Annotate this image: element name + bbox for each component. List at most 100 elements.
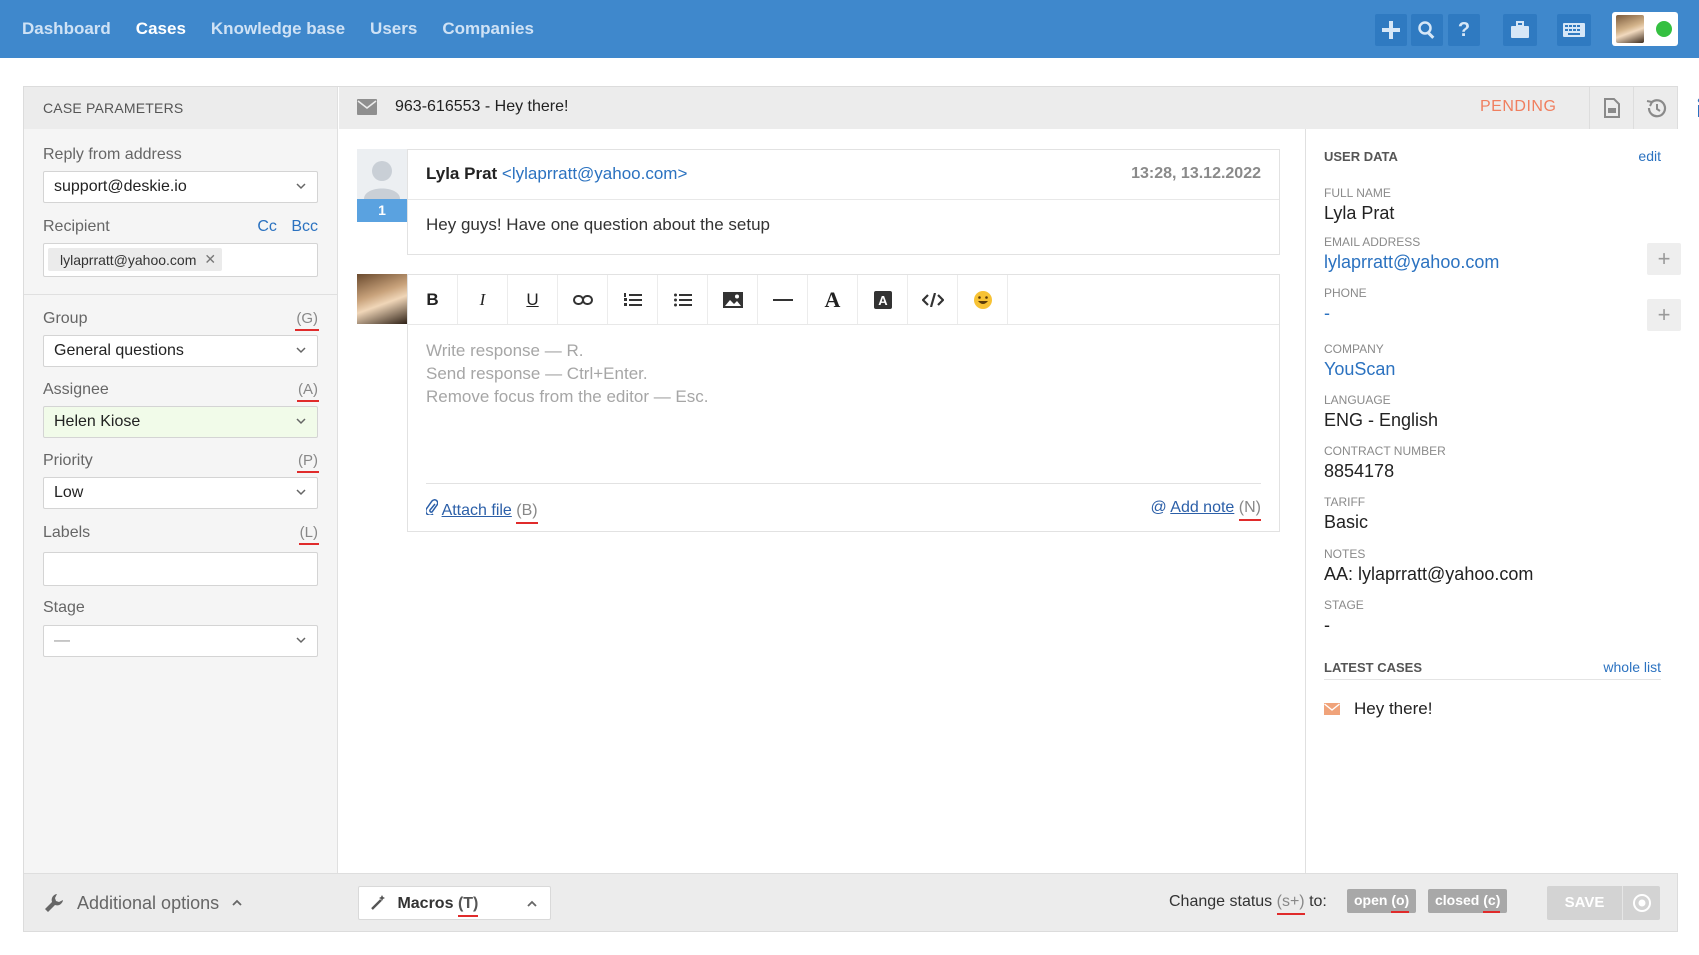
assignee-select[interactable]: Helen Kiose bbox=[43, 406, 318, 438]
stage-select[interactable]: — bbox=[43, 625, 318, 657]
cc-link[interactable]: Cc bbox=[257, 218, 277, 235]
attach-file-shortcut: (B) bbox=[516, 502, 538, 519]
case-footer: Additional options Macros (T) Change sta… bbox=[24, 873, 1677, 931]
language-label: LANGUAGE bbox=[1324, 393, 1391, 407]
nav-users[interactable]: Users bbox=[370, 19, 417, 39]
export-pdf-button[interactable] bbox=[1589, 87, 1633, 129]
case-header: 963-616553 - Hey there! PENDING bbox=[339, 87, 1699, 129]
contract-label: CONTRACT NUMBER bbox=[1324, 444, 1446, 458]
bullet-list-button[interactable] bbox=[658, 275, 708, 324]
latest-case-subject: Hey there! bbox=[1354, 699, 1433, 718]
email-value[interactable]: lylaprratt@yahoo.com bbox=[1324, 252, 1499, 273]
underline-button[interactable]: U bbox=[508, 275, 558, 324]
font-color-button[interactable]: A bbox=[808, 275, 858, 324]
bullet-list-icon bbox=[673, 293, 692, 306]
reply-from-value: support@deskie.io bbox=[54, 178, 187, 195]
bold-button[interactable]: B bbox=[408, 275, 458, 324]
nav-dashboard[interactable]: Dashboard bbox=[22, 19, 111, 39]
chevron-up-icon bbox=[232, 899, 242, 906]
background-color-icon: A bbox=[873, 290, 892, 309]
recipient-chip: lylaprratt@yahoo.com ✕ bbox=[48, 248, 223, 271]
nav-knowledge-base[interactable]: Knowledge base bbox=[211, 19, 345, 39]
underline-icon: U bbox=[526, 289, 539, 309]
chevron-down-icon bbox=[296, 183, 306, 190]
recipient-chip-label: lylaprratt@yahoo.com bbox=[60, 251, 197, 268]
message-author-email[interactable]: <lylaprratt@yahoo.com> bbox=[502, 164, 687, 183]
at-icon: @ bbox=[1150, 499, 1167, 516]
response-textarea[interactable]: Write response — R. Send response — Ctrl… bbox=[426, 339, 709, 408]
conversation-panel: 963-616553 - Hey there! PENDING 1 Lyla P… bbox=[339, 87, 1699, 873]
background-color-button[interactable]: A bbox=[858, 275, 908, 324]
code-button[interactable] bbox=[908, 275, 958, 324]
add-phone-button[interactable]: + bbox=[1647, 299, 1681, 331]
chevron-down-icon bbox=[296, 347, 306, 354]
assignee-value: Helen Kiose bbox=[54, 413, 141, 430]
labels-input[interactable] bbox=[43, 552, 318, 586]
user-avatar bbox=[1616, 15, 1644, 43]
italic-button[interactable]: I bbox=[458, 275, 508, 324]
tariff-label: TARIFF bbox=[1324, 495, 1366, 509]
add-note-link[interactable]: Add note bbox=[1170, 499, 1234, 516]
edit-user-link[interactable]: edit bbox=[1638, 148, 1661, 164]
info-button[interactable] bbox=[1677, 87, 1699, 129]
user-menu[interactable] bbox=[1612, 12, 1678, 46]
horizontal-rule-button[interactable] bbox=[758, 275, 808, 324]
add-email-button[interactable]: + bbox=[1647, 243, 1681, 275]
attach-file-link[interactable]: Attach file bbox=[442, 502, 512, 519]
attach-file: Attach file (B) bbox=[425, 499, 538, 520]
set-status-closed-button[interactable]: closed (c) bbox=[1428, 889, 1508, 913]
bcc-link[interactable]: Bcc bbox=[291, 218, 318, 235]
priority-label: Priority bbox=[43, 452, 93, 469]
plus-icon: + bbox=[1657, 246, 1671, 271]
change-status-shortcut: (s+) bbox=[1276, 893, 1305, 910]
priority-shortcut: (P) bbox=[297, 452, 319, 473]
person-icon bbox=[364, 161, 400, 199]
save-button[interactable]: SAVE bbox=[1547, 886, 1660, 920]
macros-dropdown[interactable]: Macros (T) bbox=[358, 886, 551, 920]
whole-list-link[interactable]: whole list bbox=[1603, 659, 1661, 675]
save-options[interactable] bbox=[1623, 886, 1660, 920]
set-status-open-button[interactable]: open (o) bbox=[1347, 889, 1417, 913]
image-button[interactable] bbox=[708, 275, 758, 324]
divider bbox=[426, 483, 1261, 484]
chevron-down-icon bbox=[296, 418, 306, 425]
history-button[interactable] bbox=[1633, 87, 1677, 129]
document-icon bbox=[1603, 98, 1620, 118]
search-button[interactable] bbox=[1411, 14, 1443, 46]
save-label: SAVE bbox=[1547, 886, 1623, 920]
notes-label: NOTES bbox=[1324, 547, 1366, 561]
emoji-button[interactable] bbox=[958, 275, 1008, 324]
company-value[interactable]: YouScan bbox=[1324, 359, 1395, 380]
case-status[interactable]: PENDING bbox=[1480, 98, 1556, 116]
additional-options-toggle[interactable]: Additional options bbox=[43, 892, 243, 914]
latest-cases-title: LATEST CASES bbox=[1324, 660, 1422, 675]
message-card: Lyla Prat <lylaprratt@yahoo.com> 13:28, … bbox=[407, 149, 1280, 255]
change-status-pre: Change status bbox=[1169, 893, 1277, 910]
help-button[interactable]: ? bbox=[1448, 14, 1480, 46]
keyboard-shortcuts-button[interactable] bbox=[1557, 14, 1591, 46]
online-status-indicator bbox=[1656, 21, 1672, 37]
top-navigation-bar: Dashboard Cases Knowledge base Users Com… bbox=[0, 0, 1699, 58]
create-button[interactable] bbox=[1375, 14, 1407, 46]
user-data-panel: USER DATA edit FULL NAME Lyla Prat EMAIL… bbox=[1305, 129, 1681, 873]
tariff-value: Basic bbox=[1324, 512, 1369, 532]
remove-recipient-icon[interactable]: ✕ bbox=[204, 251, 216, 268]
placeholder-line-3: Remove focus from the editor — Esc. bbox=[426, 387, 709, 406]
nav-companies[interactable]: Companies bbox=[442, 19, 534, 39]
placeholder-line-1: Write response — R. bbox=[426, 341, 584, 360]
reply-from-select[interactable]: support@deskie.io bbox=[43, 171, 318, 203]
link-button[interactable] bbox=[558, 275, 608, 324]
chevron-up-icon bbox=[527, 900, 537, 907]
nav-cases[interactable]: Cases bbox=[136, 19, 186, 39]
latest-case-item[interactable]: Hey there! bbox=[1324, 699, 1432, 719]
group-select[interactable]: General questions bbox=[43, 335, 318, 367]
reply-from-label: Reply from address bbox=[43, 146, 182, 163]
numbered-list-button[interactable] bbox=[608, 275, 658, 324]
priority-select[interactable]: Low bbox=[43, 477, 318, 509]
briefcase-button[interactable] bbox=[1503, 14, 1537, 46]
bold-icon: B bbox=[426, 289, 439, 309]
horizontal-rule-icon bbox=[772, 298, 793, 301]
recipient-field[interactable]: lylaprratt@yahoo.com ✕ bbox=[43, 243, 318, 277]
phone-label: PHONE bbox=[1324, 286, 1367, 300]
phone-value[interactable]: - bbox=[1324, 303, 1330, 324]
